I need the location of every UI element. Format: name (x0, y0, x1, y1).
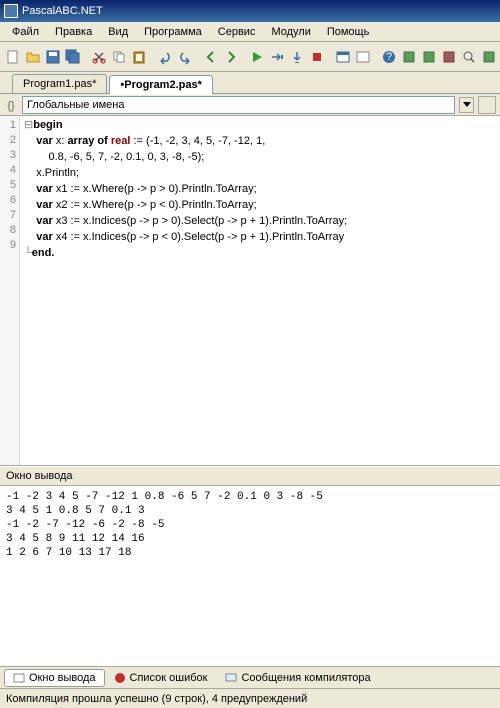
menu-file[interactable]: Файл (4, 24, 47, 40)
save-all-button[interactable] (64, 46, 82, 68)
copy-button[interactable] (110, 46, 128, 68)
title-bar: PascalABC.NET (0, 0, 500, 22)
line-num: 1 (0, 118, 16, 133)
new-file-button[interactable] (4, 46, 22, 68)
app-title: PascalABC.NET (22, 5, 103, 17)
open-button[interactable] (24, 46, 42, 68)
app-icon (4, 4, 18, 18)
code-editor[interactable]: ⊟begin var x: array of real := (-1, -2, … (20, 116, 500, 465)
step-over-button[interactable] (268, 46, 286, 68)
tool-d-button[interactable] (480, 46, 498, 68)
message-icon (225, 672, 237, 684)
menu-bar: Файл Правка Вид Программа Сервис Модули … (0, 22, 500, 42)
tool-a-button[interactable] (400, 46, 418, 68)
menu-program[interactable]: Программа (136, 24, 210, 40)
nav-back-button[interactable] (202, 46, 220, 68)
output-icon (13, 672, 25, 684)
menu-service[interactable]: Сервис (210, 24, 264, 40)
redo-button[interactable] (176, 46, 194, 68)
dropdown-button[interactable] (459, 97, 474, 113)
window-1-button[interactable] (334, 46, 352, 68)
tab-program1[interactable]: Program1.pas* (12, 74, 107, 93)
btab-label: Список ошибок (130, 672, 208, 684)
undo-button[interactable] (156, 46, 174, 68)
cut-button[interactable] (90, 46, 108, 68)
menu-view[interactable]: Вид (100, 24, 136, 40)
error-icon (114, 672, 126, 684)
svg-text:?: ? (386, 51, 392, 63)
tool-b-button[interactable] (420, 46, 438, 68)
output-pane[interactable]: -1 -2 3 4 5 -7 -12 1 0.8 -6 5 7 -2 0.1 0… (0, 486, 500, 666)
status-bar: Компиляция прошла успешно (9 строк), 4 п… (0, 688, 500, 708)
tool-c-button[interactable] (440, 46, 458, 68)
search-button[interactable] (460, 46, 478, 68)
line-num: 7 (0, 208, 16, 223)
menu-help[interactable]: Помощь (319, 24, 378, 40)
line-num: 4 (0, 163, 16, 178)
window-2-button[interactable] (354, 46, 372, 68)
scope-input[interactable] (27, 99, 450, 111)
btab-label: Окно вывода (29, 672, 96, 684)
nav-bar: {} (0, 94, 500, 116)
line-num: 5 (0, 178, 16, 193)
editor-area: 1 2 3 4 5 6 7 8 9 ⊟begin var x: array of… (0, 116, 500, 466)
file-tabs: Program1.pas* •Program2.pas* (0, 72, 500, 94)
run-button[interactable] (248, 46, 266, 68)
paste-button[interactable] (130, 46, 148, 68)
line-num: 9 (0, 238, 16, 253)
nav-forward-button[interactable] (222, 46, 240, 68)
menu-modules[interactable]: Модули (263, 24, 318, 40)
output-header: Окно вывода (0, 466, 500, 486)
line-num: 2 (0, 133, 16, 148)
line-num: 8 (0, 223, 16, 238)
btab-label: Сообщения компилятора (241, 672, 370, 684)
save-button[interactable] (44, 46, 62, 68)
status-text: Компиляция прошла успешно (9 строк), 4 п… (6, 693, 307, 705)
help-button[interactable]: ? (380, 46, 398, 68)
side-button[interactable] (478, 96, 496, 114)
tab-program2[interactable]: •Program2.pas* (109, 75, 213, 94)
menu-edit[interactable]: Правка (47, 24, 100, 40)
line-num: 3 (0, 148, 16, 163)
bottom-tabs: Окно вывода Список ошибок Сообщения комп… (0, 666, 500, 688)
btab-errors[interactable]: Список ошибок (105, 669, 217, 687)
line-num: 6 (0, 193, 16, 208)
scope-combo[interactable] (22, 96, 455, 114)
svg-text:{}: {} (7, 100, 15, 112)
stop-button[interactable] (308, 46, 326, 68)
step-into-button[interactable] (288, 46, 306, 68)
line-gutter: 1 2 3 4 5 6 7 8 9 (0, 116, 20, 465)
toolbar: ? (0, 42, 500, 72)
btab-output[interactable]: Окно вывода (4, 669, 105, 687)
braces-icon: {} (4, 98, 18, 112)
btab-messages[interactable]: Сообщения компилятора (216, 669, 379, 687)
